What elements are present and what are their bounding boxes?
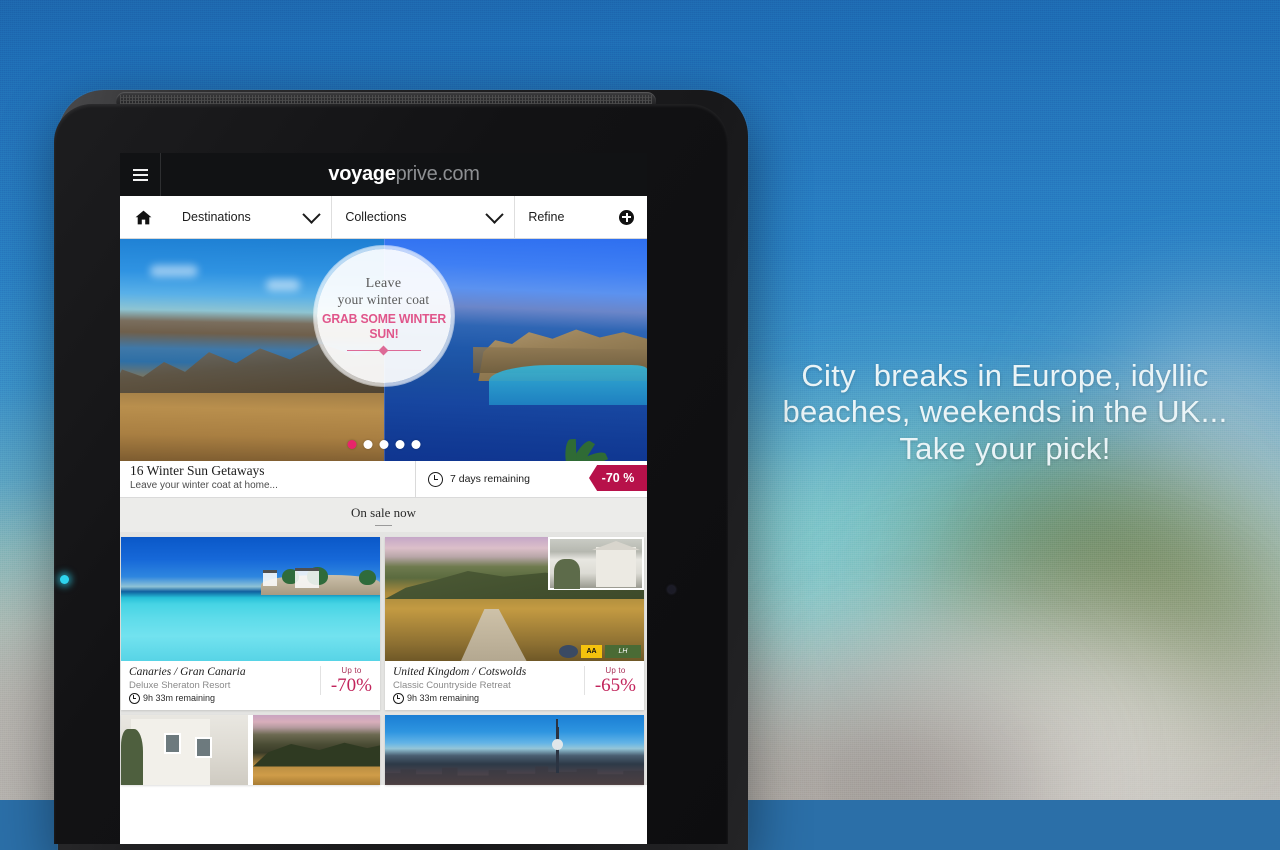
featured-deal-subtitle: Leave your winter coat at home...	[130, 479, 278, 491]
product-remaining: 9h 33m remaining	[143, 693, 216, 703]
promo-tagline: City breaks in Europe, idyllic beaches, …	[760, 358, 1250, 467]
product-discount-value: -65%	[594, 675, 636, 696]
carousel-dots[interactable]	[347, 440, 420, 449]
featured-discount-badge: -70 %	[589, 465, 647, 491]
product-image-cabana	[263, 570, 278, 586]
nav-label-refine: Refine	[528, 210, 565, 224]
featured-deal-bar[interactable]: 16 Winter Sun Getaways Leave your winter…	[120, 461, 647, 498]
product-remaining-row: 9h 33m remaining	[129, 692, 314, 704]
manor-window-shape	[164, 732, 182, 754]
hero-badge-ornament	[346, 346, 421, 355]
product-image-tree	[359, 570, 377, 585]
product-image-hills: AA LH	[385, 537, 644, 661]
product-discount-value: -70%	[330, 675, 372, 696]
front-camera-icon	[668, 586, 675, 593]
nav-item-destinations[interactable]: Destinations	[166, 196, 331, 238]
product-grid-next-row	[120, 709, 647, 785]
hero-carousel[interactable]: Leave your winter coat GRAB SOME WINTER …	[120, 239, 647, 461]
product-image-pool	[121, 537, 380, 661]
home-icon[interactable]	[120, 196, 166, 238]
clock-icon	[129, 692, 140, 704]
section-header-on-sale: On sale now	[120, 498, 647, 532]
hero-cloud	[150, 265, 198, 277]
product-image-manor	[121, 714, 248, 785]
carousel-dot-4[interactable]	[395, 440, 404, 449]
section-title: On sale now	[351, 504, 416, 520]
brand-name-suffix: prive.com	[395, 163, 480, 185]
hero-palm-tree	[533, 417, 625, 461]
nav-label-destinations: Destinations	[182, 210, 251, 224]
product-card[interactable]	[385, 714, 644, 785]
product-subtitle: Deluxe Sheraton Resort	[129, 679, 231, 691]
product-upto-label: Up to	[341, 666, 362, 675]
manor-foliage-shape	[121, 728, 143, 785]
carousel-dot-2[interactable]	[363, 440, 372, 449]
clock-icon	[393, 692, 404, 704]
product-grid: Canaries / Gran Canaria Deluxe Sheraton …	[120, 532, 647, 710]
product-card-body: Canaries / Gran Canaria Deluxe Sheraton …	[121, 661, 380, 710]
product-remaining-row: 9h 33m remaining	[393, 692, 578, 704]
product-discount: Up to -70%	[319, 666, 372, 696]
nav-label-collections: Collections	[345, 210, 407, 224]
hero-badge-line-2: your winter coat	[337, 291, 430, 307]
sunset-ridge-shape	[253, 742, 380, 767]
award-badge-icon	[559, 645, 578, 658]
lh-badge: LH	[605, 645, 641, 658]
manor-window-shape	[194, 736, 212, 758]
product-card[interactable]: AA LH United Kingdom / Cotswolds Classic…	[385, 537, 644, 710]
product-image-path	[458, 609, 530, 661]
product-inset-image	[548, 537, 644, 590]
inset-house-shape	[592, 541, 640, 587]
app-brand-bar: voyageprive.com	[120, 153, 647, 196]
tv-tower-icon	[551, 718, 563, 773]
notification-led-icon	[60, 575, 69, 584]
hero-cloud	[266, 279, 300, 291]
carousel-dot-1[interactable]	[347, 440, 356, 449]
product-discount: Up to -65%	[583, 666, 636, 696]
hero-badge-line-3: GRAB SOME WINTER SUN!	[321, 310, 446, 341]
product-card-body: United Kingdom / Cotswolds Classic Count…	[385, 661, 644, 710]
app-nav-bar: Destinations Collections Refine	[120, 196, 647, 239]
tagline-line-3: Take your pick!	[899, 430, 1111, 466]
hamburger-menu-icon[interactable]	[120, 153, 161, 196]
featured-deal-text: 16 Winter Sun Getaways Leave your winter…	[120, 461, 416, 497]
carousel-dot-3[interactable]	[379, 440, 388, 449]
city-skyline-shape	[385, 766, 644, 785]
product-subtitle: Classic Countryside Retreat	[393, 679, 511, 691]
plus-circle-icon[interactable]	[619, 209, 634, 225]
tablet-device-mockup: voyageprive.com Destinations Collections…	[46, 78, 748, 850]
tablet-screen: voyageprive.com Destinations Collections…	[120, 153, 647, 844]
tagline-line-1: City breaks in Europe, idyllic	[801, 358, 1209, 393]
nav-item-refine[interactable]: Refine	[514, 196, 647, 238]
hero-badge-line-1: Leave	[365, 276, 402, 292]
product-remaining: 9h 33m remaining	[407, 693, 480, 703]
product-card[interactable]: Canaries / Gran Canaria Deluxe Sheraton …	[121, 537, 380, 710]
clock-icon	[428, 471, 443, 487]
product-image-cabana	[294, 568, 319, 588]
product-image-sunset	[253, 714, 380, 785]
product-image-city	[385, 714, 644, 785]
brand-logo[interactable]: voyageprive.com	[161, 163, 647, 186]
featured-deal-title: 16 Winter Sun Getaways	[130, 463, 265, 478]
chevron-down-icon	[485, 204, 505, 224]
brand-name-prefix: voyage	[328, 163, 396, 185]
section-rule	[375, 524, 392, 526]
product-title: Canaries / Gran Canaria	[129, 666, 246, 678]
carousel-dot-5[interactable]	[411, 440, 420, 449]
product-award-badges: AA LH	[559, 645, 641, 658]
product-upto-label: Up to	[605, 666, 626, 675]
hero-bay-shape	[488, 365, 647, 405]
chevron-down-icon	[302, 204, 322, 224]
featured-deal-meta: 7 days remaining -70 %	[416, 461, 647, 497]
nav-item-collections[interactable]: Collections	[331, 196, 514, 238]
inset-bush-shape	[554, 559, 580, 589]
product-card[interactable]	[121, 714, 380, 785]
product-title: United Kingdom / Cotswolds	[393, 666, 527, 678]
featured-deal-remaining: 7 days remaining	[450, 473, 530, 485]
hero-promo-badge[interactable]: Leave your winter coat GRAB SOME WINTER …	[316, 249, 451, 383]
aa-badge: AA	[581, 645, 602, 658]
tagline-line-2: beaches, weekends in the UK...	[782, 394, 1228, 430]
